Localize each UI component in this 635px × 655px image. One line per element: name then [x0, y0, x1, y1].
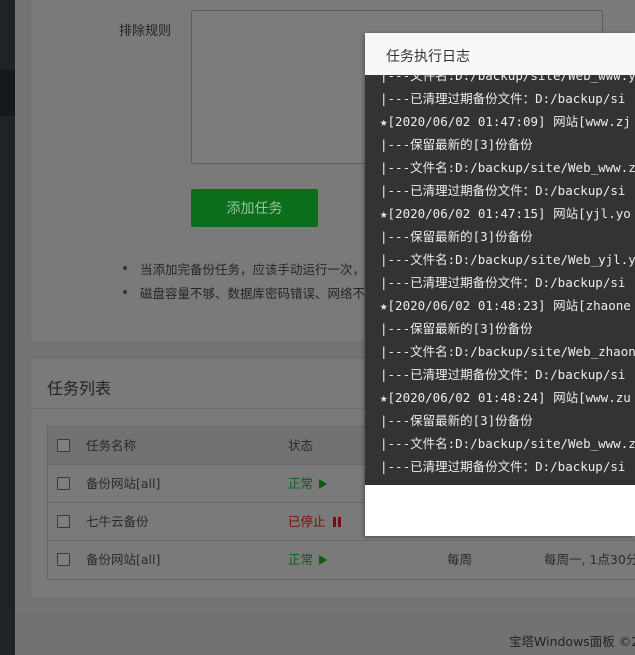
- tip-item: 磁盘容量不够、数据库密码错误、网络不稳定等: [123, 280, 403, 304]
- status-text: 正常: [288, 476, 314, 491]
- log-line: ★[2020/06/02 01:48:24] 网站[www.zu: [380, 390, 631, 405]
- log-line: |---文件名:D:/backup/site/Web_yjl.y: [380, 252, 635, 267]
- row-checkbox[interactable]: [57, 515, 70, 528]
- tip-text: 磁盘容量不够、数据库密码错误、网络不稳定等: [140, 285, 403, 301]
- sidebar: [0, 0, 15, 655]
- tip-item: 当添加完备份任务，应该手动运行一次，并检查: [123, 256, 403, 280]
- footer-copyright: 宝塔Windows面板 ©2: [509, 634, 635, 649]
- status-text: 正常: [288, 552, 314, 567]
- task-name: 备份网站[all]: [86, 476, 161, 491]
- log-line: |---文件名:D:/backup/site/Web_www.z: [380, 160, 635, 175]
- tip-text: 当添加完备份任务，应该手动运行一次，并检查: [140, 261, 403, 277]
- exclude-label: 排除规则: [119, 24, 172, 39]
- log-line: |---保留最新的[3]份备份: [380, 229, 533, 244]
- log-line: |---保留最新的[3]份备份: [380, 321, 533, 336]
- pause-icon: [332, 517, 341, 527]
- log-output[interactable]: |---文件名:D:/backup/site/Web_www.y |---已清理过…: [365, 75, 635, 485]
- modal-title: 任务执行日志: [386, 49, 470, 65]
- log-line: |---文件名:D:/backup/site/Web_www.y: [380, 75, 635, 83]
- sidebar-active-item[interactable]: [0, 70, 15, 116]
- task-name: 七牛云备份: [86, 514, 149, 529]
- task-status-toggle[interactable]: 正常: [288, 541, 328, 578]
- modal-header: 任务执行日志: [365, 33, 635, 76]
- footer: 宝塔Windows面板 ©2: [15, 612, 635, 655]
- log-line: |---已清理过期备份文件：D:/backup/si: [380, 275, 626, 290]
- task-status-toggle[interactable]: 已停止: [288, 503, 341, 540]
- task-log-modal: 任务执行日志 |---文件名:D:/backup/site/Web_www.y |…: [365, 33, 635, 536]
- task-schedule: 每周一, 1点30分: [544, 552, 635, 567]
- col-header-name: 任务名称: [86, 438, 137, 453]
- log-line: ★[2020/06/02 01:47:15] 网站[yjl.yo: [380, 206, 631, 221]
- task-list-title: 任务列表: [47, 379, 112, 398]
- log-line: |---保留最新的[3]份备份: [380, 413, 533, 428]
- add-task-button[interactable]: 添加任务: [191, 189, 318, 227]
- table-row: 备份网站[all] 正常 每周 每周一, 1点30分: [48, 541, 635, 578]
- bullet-icon: [123, 290, 127, 294]
- bullet-icon: [123, 266, 127, 270]
- log-line: |---已清理过期备份文件：D:/backup/si: [380, 459, 626, 474]
- col-header-status: 状态: [288, 438, 314, 453]
- task-status-toggle[interactable]: 正常: [288, 465, 328, 502]
- log-line: |---文件名:D:/backup/site/Web_www.z: [380, 436, 635, 451]
- row-checkbox[interactable]: [57, 477, 70, 490]
- play-icon: [319, 479, 328, 489]
- play-icon: [319, 555, 328, 565]
- select-all-checkbox[interactable]: [57, 439, 70, 452]
- log-line: |---已清理过期备份文件：D:/backup/si: [380, 367, 626, 382]
- status-text: 已停止: [288, 514, 326, 529]
- log-line: ★[2020/06/02 01:48:23] 网站[zhaone: [380, 298, 631, 313]
- log-line: ★[2020/06/02 01:47:09] 网站[www.zj: [380, 114, 631, 129]
- row-checkbox[interactable]: [57, 553, 70, 566]
- task-name: 备份网站[all]: [86, 552, 161, 567]
- log-lines: |---文件名:D:/backup/site/Web_www.y |---已清理过…: [380, 75, 635, 478]
- log-line: |---保留最新的[3]份备份: [380, 137, 533, 152]
- task-period: 每周: [447, 552, 473, 567]
- log-line: |---已清理过期备份文件：D:/backup/si: [380, 183, 626, 198]
- log-line: |---文件名:D:/backup/site/Web_zhaon: [380, 344, 635, 359]
- log-line: |---已清理过期备份文件：D:/backup/si: [380, 91, 626, 106]
- tips-list: 当添加完备份任务，应该手动运行一次，并检查 磁盘容量不够、数据库密码错误、网络不…: [123, 256, 403, 304]
